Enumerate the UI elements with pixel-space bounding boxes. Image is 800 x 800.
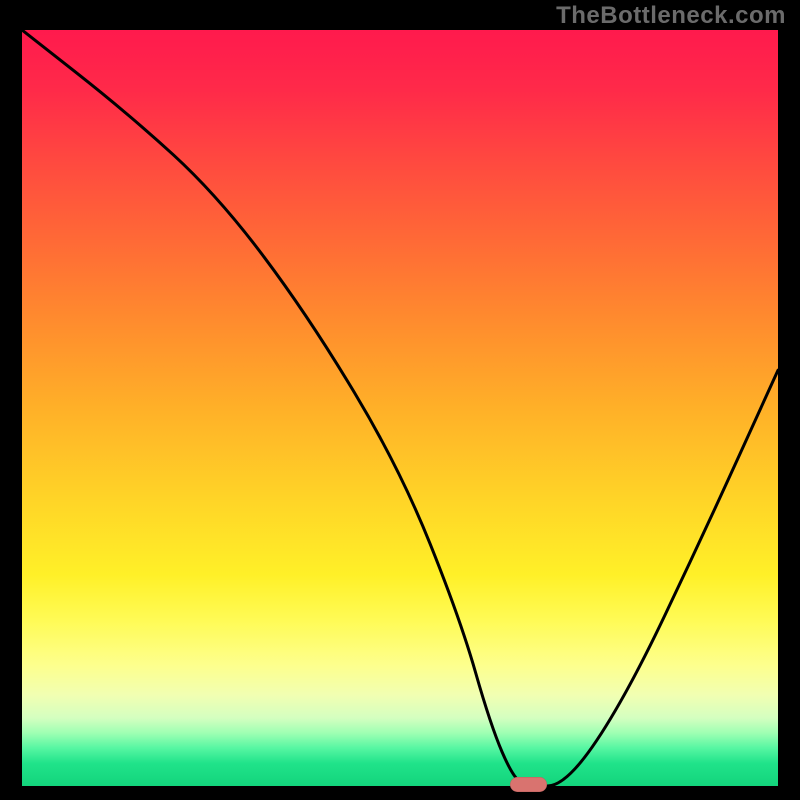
chart-plot-area — [22, 30, 778, 786]
bottleneck-curve — [22, 30, 778, 786]
chart-frame: TheBottleneck.com — [0, 0, 800, 800]
optimum-marker — [510, 777, 548, 792]
curve-path — [22, 30, 778, 786]
watermark-text: TheBottleneck.com — [556, 2, 786, 30]
